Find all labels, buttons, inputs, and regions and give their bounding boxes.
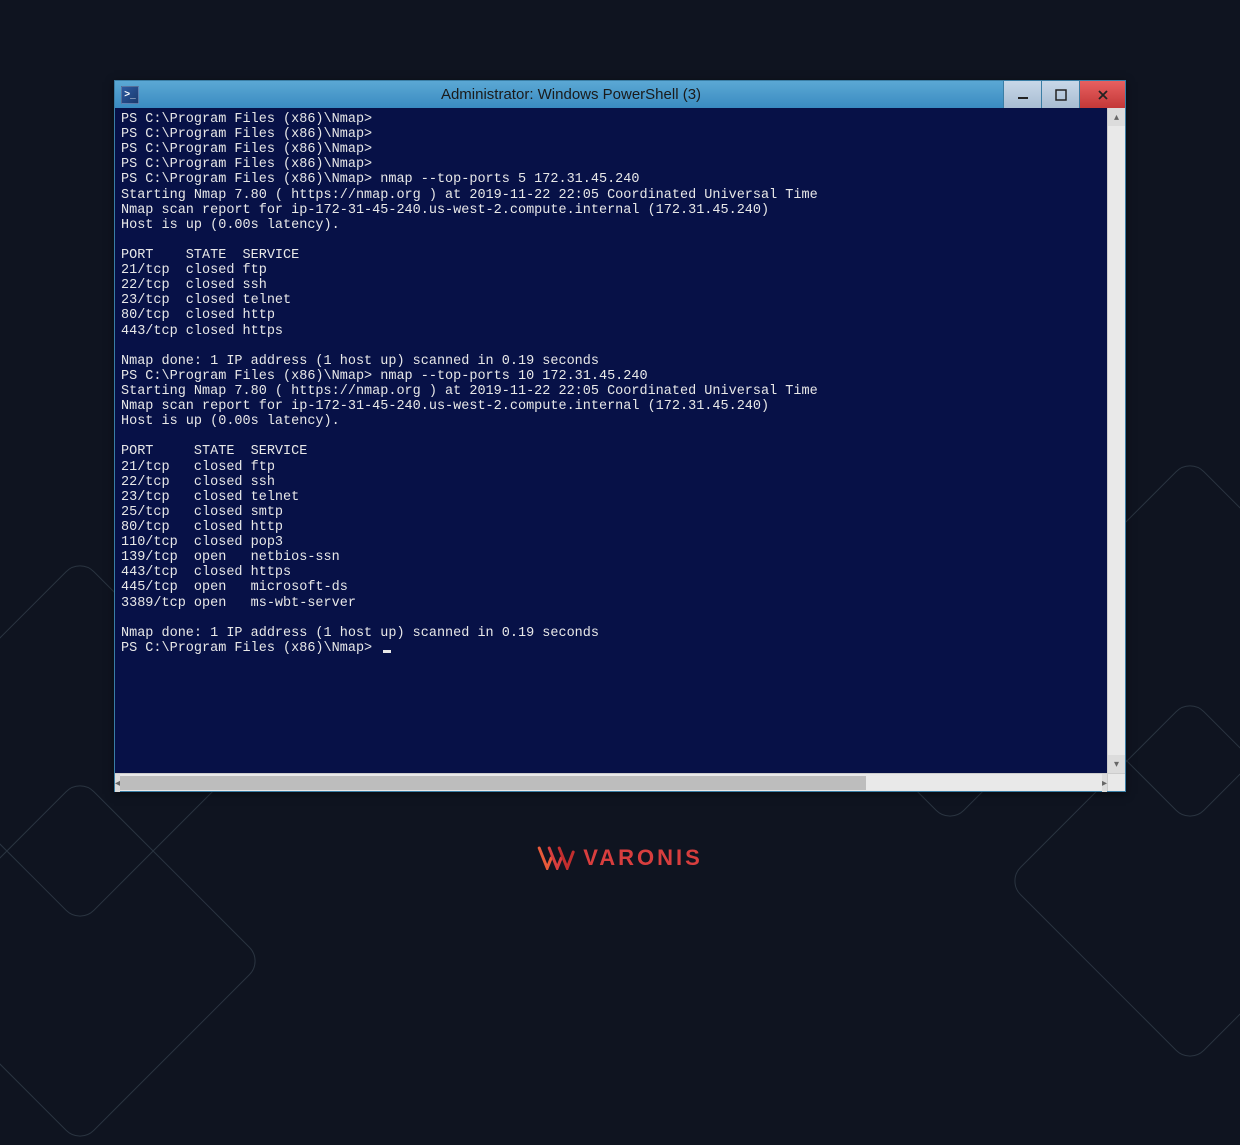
horizontal-scroll-thumb[interactable] — [120, 776, 866, 790]
terminal-output[interactable]: PS C:\Program Files (x86)\Nmap> PS C:\Pr… — [115, 108, 1107, 773]
scroll-up-button[interactable]: ▴ — [1108, 108, 1125, 126]
minimize-button[interactable] — [1003, 81, 1041, 108]
maximize-button[interactable] — [1041, 81, 1079, 108]
minimize-icon — [1017, 89, 1029, 101]
bg-decor — [0, 777, 264, 1145]
scroll-corner — [1107, 773, 1125, 791]
maximize-icon — [1055, 89, 1067, 101]
vertical-scroll-track[interactable] — [1108, 126, 1125, 755]
brand-name: VARONIS — [583, 845, 703, 871]
horizontal-scrollbar[interactable]: ◂ ▸ — [115, 773, 1107, 791]
window-controls — [1003, 81, 1125, 108]
close-icon — [1097, 89, 1109, 101]
powershell-window: >_ Administrator: Windows PowerShell (3)… — [114, 80, 1126, 792]
titlebar[interactable]: >_ Administrator: Windows PowerShell (3) — [115, 81, 1125, 108]
varonis-mark-icon — [537, 846, 575, 870]
window-title: Administrator: Windows PowerShell (3) — [139, 86, 1003, 103]
scroll-down-button[interactable]: ▾ — [1108, 755, 1125, 773]
horizontal-scroll-track[interactable] — [120, 774, 1102, 791]
terminal-cursor — [383, 650, 391, 653]
powershell-icon: >_ — [121, 86, 139, 104]
vertical-scrollbar[interactable]: ▴ ▾ — [1107, 108, 1125, 773]
brand-logo: VARONIS — [537, 845, 703, 871]
close-button[interactable] — [1079, 81, 1125, 108]
